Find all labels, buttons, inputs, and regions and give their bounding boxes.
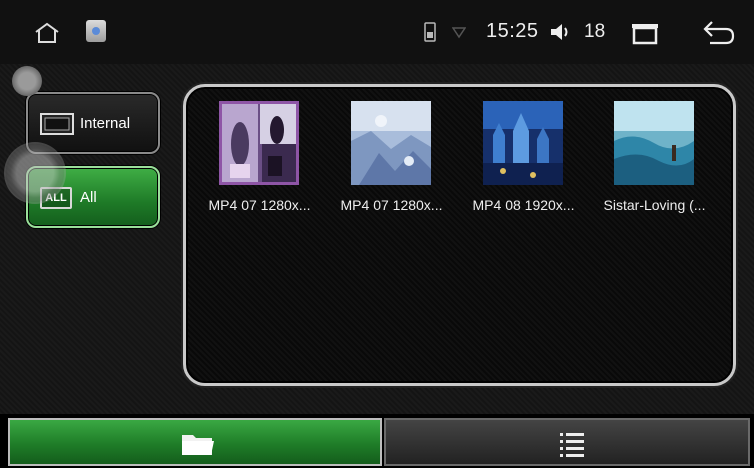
storage-icon	[40, 113, 74, 135]
volume-level: 18	[584, 21, 606, 42]
touch-indicator	[6, 144, 64, 202]
video-thumbnail	[614, 101, 694, 185]
file-grid-panel: MP4 07 1280x... MP4 07 1280x... MP4 08 1…	[183, 84, 736, 386]
touch-indicator	[12, 66, 42, 96]
file-name: Sistar-Loving (...	[603, 197, 706, 213]
file-name: MP4 08 1920x...	[472, 197, 575, 213]
file-item[interactable]: Sistar-Loving (...	[592, 101, 717, 221]
clock: 15:25	[486, 20, 539, 42]
file-name: MP4 07 1280x...	[340, 197, 443, 213]
file-item[interactable]: MP4 07 1280x...	[197, 101, 322, 221]
source-internal-button[interactable]: Internal	[26, 92, 160, 154]
file-item[interactable]: MP4 07 1280x...	[329, 101, 454, 221]
video-thumbnail	[483, 101, 563, 185]
bottom-tab-bar	[0, 414, 754, 468]
source-all-label: All	[80, 189, 97, 206]
back-icon[interactable]	[702, 18, 736, 46]
video-thumbnail	[351, 101, 431, 185]
signal-icon	[452, 27, 466, 39]
file-item[interactable]: MP4 08 1920x...	[461, 101, 586, 221]
app-icon[interactable]	[86, 20, 106, 42]
recents-icon[interactable]	[630, 21, 660, 45]
tab-folder-view[interactable]	[8, 418, 382, 466]
home-icon[interactable]	[34, 22, 60, 44]
status-bar: 15:25 18	[0, 0, 754, 64]
main-area: Internal ALL All MP4 07 1280x... MP4 07 …	[0, 64, 754, 414]
source-internal-label: Internal	[80, 115, 131, 132]
video-thumbnail	[219, 101, 299, 185]
sim-icon	[424, 22, 436, 42]
tab-list-view[interactable]	[384, 418, 750, 466]
file-name: MP4 07 1280x...	[208, 197, 311, 213]
list-icon	[560, 433, 584, 457]
volume-icon[interactable]	[549, 20, 573, 44]
folder-icon	[182, 435, 214, 455]
